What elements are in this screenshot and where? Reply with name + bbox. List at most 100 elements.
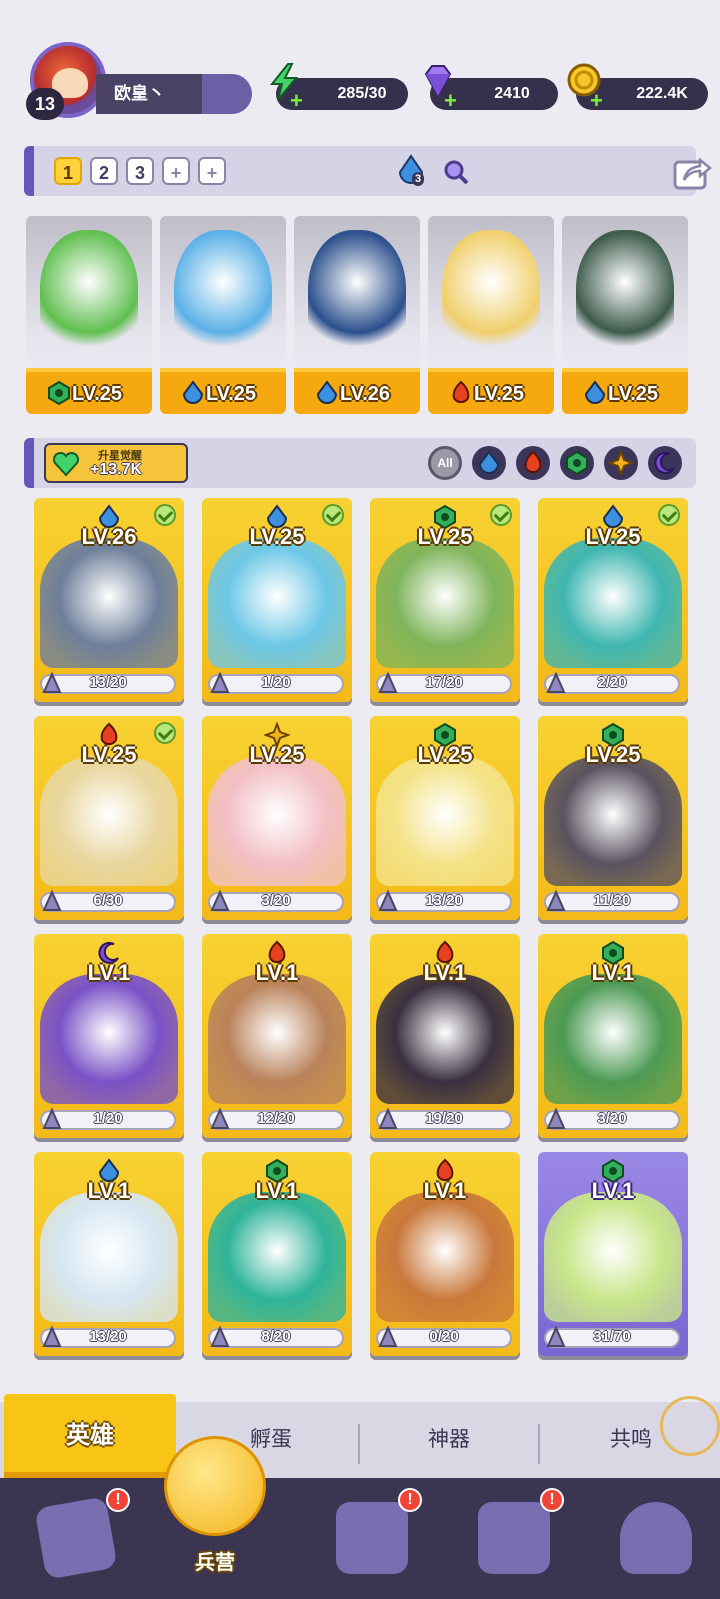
- bottom-nav: ! 兵营 ! !: [0, 1436, 720, 1599]
- team-slot-2[interactable]: 2: [90, 157, 118, 185]
- tab-artifact[interactable]: 神器: [364, 1420, 534, 1460]
- water-filter-icon: [478, 450, 500, 474]
- hero-portrait: [208, 756, 346, 886]
- team-hero-card[interactable]: LV.25: [428, 216, 554, 414]
- nav-cards-alert: !: [106, 1488, 130, 1512]
- nature-element-icon: [48, 380, 70, 406]
- energy-add-icon[interactable]: +: [290, 90, 303, 112]
- energy-counter[interactable]: + 285/30: [269, 63, 408, 112]
- hero-portrait: [40, 1192, 178, 1322]
- fire-element-icon: [452, 380, 470, 404]
- deployed-check-icon: [658, 504, 680, 526]
- hero-card[interactable]: LV.25 17/20: [370, 498, 520, 702]
- shard-count: 3/20: [261, 892, 291, 909]
- shard-count: 12/20: [257, 1110, 295, 1127]
- hero-card[interactable]: LV.25 6/30: [34, 716, 184, 920]
- hero-portrait: [40, 974, 178, 1104]
- hero-level: LV.25: [72, 383, 123, 405]
- hero-card[interactable]: LV.1 12/20: [202, 934, 352, 1138]
- shard-progress: 2/20: [544, 671, 680, 694]
- shard-progress: 12/20: [208, 1107, 344, 1130]
- share-icon[interactable]: [672, 154, 712, 190]
- nav-temple[interactable]: !: [458, 1488, 564, 1588]
- coin-add-icon[interactable]: +: [590, 90, 603, 112]
- shard-count: 0/20: [429, 1328, 459, 1345]
- hero-level: LV.25: [249, 524, 305, 549]
- hero-portrait: [544, 756, 682, 886]
- filter-fire-button[interactable]: [516, 446, 550, 480]
- gem-counter[interactable]: + 2410: [424, 65, 558, 112]
- nav-shop[interactable]: [600, 1488, 700, 1588]
- team-slot-add-1[interactable]: +: [162, 157, 190, 185]
- coin-counter[interactable]: + 222.4K: [567, 63, 708, 112]
- hero-card[interactable]: LV.1 0/20: [370, 1152, 520, 1356]
- shard-count: 11/20: [593, 892, 631, 909]
- floating-assist-button[interactable]: [660, 1396, 720, 1456]
- hero-portrait: [40, 538, 178, 668]
- nav-map[interactable]: !: [316, 1488, 422, 1588]
- hero-card[interactable]: LV.25 11/20: [538, 716, 688, 920]
- team-hero-card[interactable]: LV.25: [26, 216, 152, 414]
- map-icon: [336, 1502, 408, 1574]
- hero-card[interactable]: LV.1 3/20: [538, 934, 688, 1138]
- hero-level: LV.1: [591, 960, 635, 985]
- hero-card[interactable]: LV.1 8/20: [202, 1152, 352, 1356]
- tab-heroes[interactable]: 英雄: [4, 1394, 176, 1478]
- team-hero-card[interactable]: LV.25: [562, 216, 688, 414]
- filter-light-button[interactable]: [604, 446, 638, 480]
- player-level-badge: 13: [26, 88, 64, 120]
- hero-level: LV.25: [474, 383, 525, 405]
- shard-progress: 13/20: [40, 1325, 176, 1348]
- hero-level: LV.25: [417, 524, 473, 549]
- shard-count: 17/20: [425, 674, 463, 691]
- hero-card[interactable]: LV.1 19/20: [370, 934, 520, 1138]
- filter-all-button[interactable]: All: [428, 446, 462, 480]
- player-name[interactable]: 欧皇丶: [96, 74, 252, 114]
- nav-temple-alert: !: [540, 1488, 564, 1512]
- hero-card[interactable]: LV.1 31/70: [538, 1152, 688, 1356]
- barracks-icon: [164, 1436, 266, 1536]
- team-slot-1[interactable]: 1: [54, 157, 82, 185]
- star-awaken-button[interactable]: 升星觉醒 +13.7K: [44, 443, 188, 483]
- filter-water-button[interactable]: [472, 446, 506, 480]
- hero-portrait: [376, 538, 514, 668]
- hero-card[interactable]: LV.25 1/20: [202, 498, 352, 702]
- mushroom-shop-icon: [620, 1502, 692, 1574]
- team-hero-card[interactable]: LV.25: [160, 216, 286, 414]
- hero-portrait: [40, 756, 178, 886]
- tab-divider: [358, 1424, 360, 1464]
- shard-progress: 13/20: [40, 671, 176, 694]
- hero-card[interactable]: LV.25 2/20: [538, 498, 688, 702]
- hero-card[interactable]: LV.25 13/20: [370, 716, 520, 920]
- shard-progress: 3/20: [544, 1107, 680, 1130]
- gem-add-icon[interactable]: +: [444, 90, 457, 112]
- hero-level: LV.25: [81, 742, 137, 767]
- shard-progress: 6/30: [40, 889, 176, 912]
- team-slot-3[interactable]: 3: [126, 157, 154, 185]
- filter-nature-button[interactable]: [560, 446, 594, 480]
- hero-portrait: [544, 538, 682, 668]
- hero-card[interactable]: LV.1 1/20: [34, 934, 184, 1138]
- shard-progress: 31/70: [544, 1325, 680, 1348]
- shard-progress: 13/20: [376, 889, 512, 912]
- hero-portrait: [442, 230, 540, 360]
- nav-cards[interactable]: !: [20, 1488, 130, 1588]
- team-hero-card[interactable]: LV.26: [294, 216, 420, 414]
- filter-dark-button[interactable]: [648, 446, 682, 480]
- shard-progress: 0/20: [376, 1325, 512, 1348]
- hero-card[interactable]: LV.26 13/20: [34, 498, 184, 702]
- team-selector-bar: 1 2 3 + + 3: [24, 146, 712, 196]
- shard-progress: 1/20: [208, 671, 344, 694]
- hero-level: LV.1: [591, 1178, 635, 1203]
- hero-card[interactable]: LV.1 13/20: [34, 1152, 184, 1356]
- search-icon[interactable]: [442, 158, 470, 186]
- temple-icon: [478, 1502, 550, 1574]
- hero-level: LV.1: [87, 960, 131, 985]
- team-slot-add-2[interactable]: +: [198, 157, 226, 185]
- hero-card[interactable]: LV.25 3/20: [202, 716, 352, 920]
- water-element-icon: [584, 380, 606, 404]
- nav-barracks-label: 兵营: [195, 1552, 235, 1574]
- shard-count: 1/20: [261, 674, 291, 691]
- nav-barracks[interactable]: 兵营: [156, 1426, 274, 1598]
- shard-progress: 8/20: [208, 1325, 344, 1348]
